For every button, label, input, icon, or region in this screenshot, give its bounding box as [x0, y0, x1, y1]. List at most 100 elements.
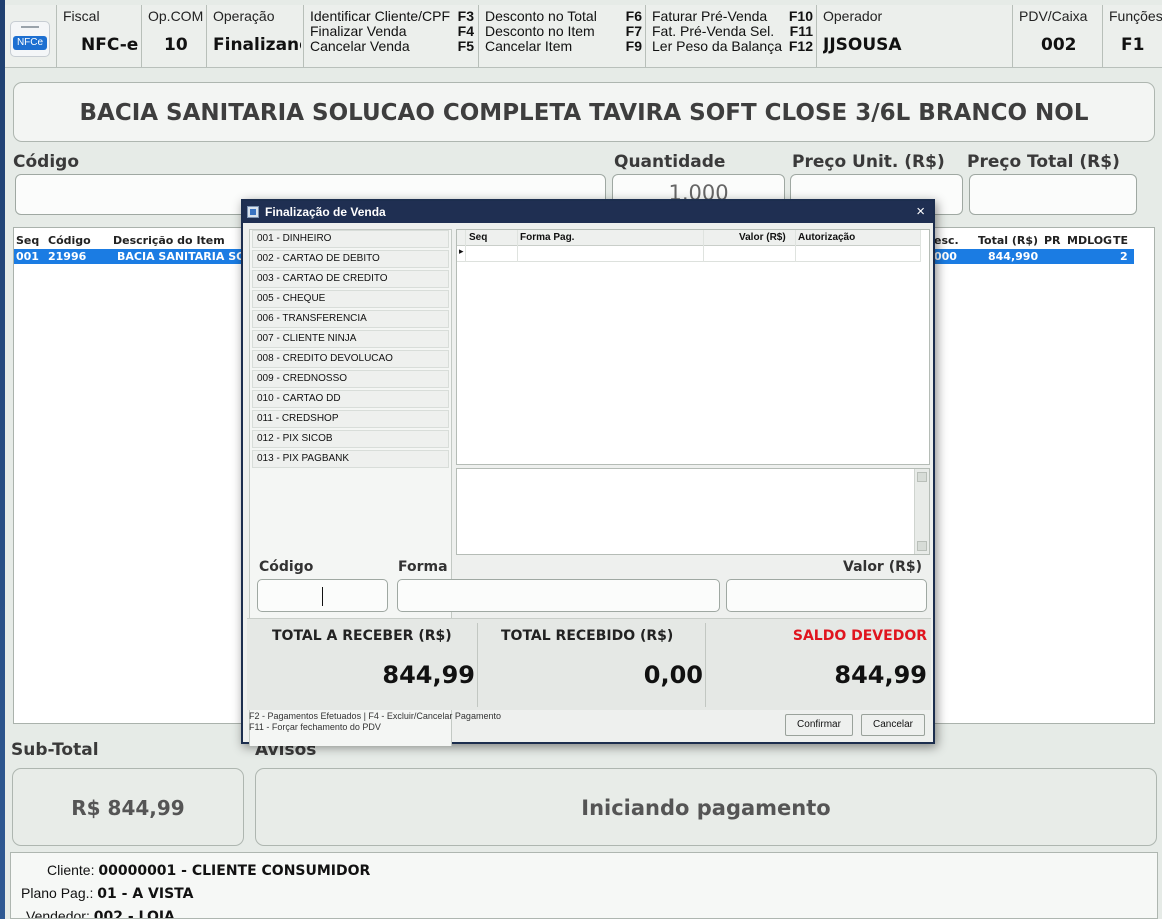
- total-recebido-cell: TOTAL RECEBIDO (R$) 0,00: [478, 619, 705, 711]
- dialog-codigo-label: Código: [259, 559, 314, 575]
- payment-method-cartao-credito[interactable]: 003 - CARTAO DE CREDITO: [252, 270, 449, 288]
- shortcut-ler-peso-balanca[interactable]: Ler Peso da Balança F12: [652, 39, 813, 54]
- dialog-valor-input[interactable]: [726, 579, 927, 612]
- text-caret: [322, 587, 323, 606]
- payment-method-cliente-ninja[interactable]: 007 - CLIENTE NINJA: [252, 330, 449, 348]
- total-receber-value: 844,99: [382, 661, 475, 689]
- product-description-banner: BACIA SANITARIA SOLUCAO COMPLETA TAVIRA …: [13, 82, 1155, 142]
- scroll-down-icon[interactable]: [917, 541, 927, 551]
- payment-method-crednosso[interactable]: 009 - CREDNOSSO: [252, 370, 449, 388]
- col-te: TE: [1113, 234, 1129, 247]
- total-receber-label: TOTAL A RECEBER (R$): [272, 628, 452, 644]
- footer-hint-line-1: F2 - Pagamentos Efetuados | F4 - Excluir…: [249, 711, 501, 721]
- operacao-label: Operação: [213, 8, 275, 24]
- finalizacao-venda-dialog: Finalização de Venda × 001 - DINHEIRO 00…: [241, 199, 935, 746]
- operacao-cell: Operação Finalizando: [207, 5, 304, 67]
- payment-method-cartao-dd[interactable]: 010 - CARTAO DD: [252, 390, 449, 408]
- payment-method-cheque[interactable]: 005 - CHEQUE: [252, 290, 449, 308]
- dialog-forma-input[interactable]: [397, 579, 720, 612]
- shortcuts-col-3: Faturar Pré-Venda F10 Fat. Pré-Venda Sel.…: [646, 5, 817, 67]
- preco-unit-label: Preço Unit. (R$): [792, 152, 945, 172]
- col-total: Total (R$): [978, 234, 1039, 247]
- quantidade-label: Quantidade: [614, 152, 726, 172]
- subtotal-value: R$ 844,99: [12, 768, 244, 846]
- col-descricao: Descrição do Item: [113, 234, 225, 247]
- pdv-value: 002: [1041, 35, 1077, 55]
- dialog-title-bar[interactable]: Finalização de Venda ×: [243, 201, 933, 223]
- plano-value: 01 - A VISTA: [97, 886, 194, 902]
- operador-cell: Operador JJSOUSA: [817, 5, 1013, 67]
- row-seq: 001: [16, 250, 39, 263]
- codigo-label: Código: [13, 152, 79, 172]
- row-indicator-icon: ▸: [459, 247, 464, 257]
- vendedor-value: 002 - LOJA: [93, 909, 175, 919]
- total-receber-cell: TOTAL A RECEBER (R$) 844,99: [247, 619, 477, 711]
- confirm-button[interactable]: Confirmar: [785, 714, 853, 736]
- cliente-label: Cliente:: [47, 862, 95, 878]
- fiscal-label: Fiscal: [63, 8, 100, 24]
- shortcut-cancelar-venda[interactable]: Cancelar Venda F5: [310, 39, 474, 54]
- op-com-cell: Op.COM 10: [142, 5, 207, 67]
- payment-method-dinheiro[interactable]: 001 - DINHEIRO: [252, 230, 449, 248]
- payment-method-credito-devolucao[interactable]: 008 - CREDITO DEVOLUCAO: [252, 350, 449, 368]
- top-toolbar: NFCe Fiscal NFC-e Op.COM 10 Operação Fin…: [5, 5, 1162, 68]
- payment-notes-area[interactable]: [456, 468, 930, 555]
- row-total: 844,990: [988, 250, 1039, 263]
- funcoes-value: F1: [1121, 35, 1145, 55]
- shortcut-desconto-item[interactable]: Desconto no Item F7: [485, 24, 642, 39]
- saldo-devedor-label: SALDO DEVEDOR: [792, 628, 927, 644]
- pdv-label: PDV/Caixa: [1019, 8, 1088, 24]
- op-com-value: 10: [164, 35, 188, 55]
- payment-method-cartao-debito[interactable]: 002 - CARTAO DE DEBITO: [252, 250, 449, 268]
- plano-row: Plano Pag.: 01 - A VISTA: [21, 885, 193, 902]
- payments-grid-header: Seq Forma Pag. Valor (R$) Autorização: [457, 230, 921, 246]
- cliente-row: Cliente: 00000001 - CLIENTE CONSUMIDOR: [47, 862, 370, 879]
- preco-total-input[interactable]: [969, 174, 1137, 215]
- payment-method-credshop[interactable]: 011 - CREDSHOP: [252, 410, 449, 428]
- shortcut-desconto-total[interactable]: Desconto no Total F6: [485, 9, 642, 24]
- pg-col-autorizacao: Autorização: [798, 232, 856, 243]
- shortcuts-col-2: Desconto no Total F6 Desconto no Item F7 C…: [479, 5, 646, 67]
- total-recebido-label: TOTAL RECEBIDO (R$): [501, 628, 674, 644]
- nfce-cell: NFCe: [5, 5, 57, 67]
- payments-grid[interactable]: Seq Forma Pag. Valor (R$) Autorização ▸: [456, 229, 930, 465]
- shortcut-identificar-cliente[interactable]: Identificar Cliente/CPF F3: [310, 9, 474, 24]
- scroll-up-icon[interactable]: [917, 472, 927, 482]
- payment-method-transferencia[interactable]: 006 - TRANSFERENCIA: [252, 310, 449, 328]
- fiscal-value: NFC-e: [81, 35, 139, 55]
- shortcuts-col-1: Identificar Cliente/CPF F3 Finalizar Vend…: [304, 5, 479, 67]
- dialog-forma-label: Forma: [398, 559, 448, 575]
- client-info-panel: Cliente: 00000001 - CLIENTE CONSUMIDOR P…: [10, 852, 1158, 919]
- funcoes-cell[interactable]: Funções F1: [1103, 5, 1162, 67]
- col-pr: PR: [1044, 234, 1061, 247]
- nfce-document-icon: NFCe: [10, 21, 50, 57]
- row-desc: 000: [934, 250, 957, 263]
- dialog-footer-hints: F2 - Pagamentos Efetuados | F4 - Excluir…: [249, 711, 501, 733]
- payments-grid-empty-row[interactable]: ▸: [457, 246, 921, 262]
- shortcut-finalizar-venda[interactable]: Finalizar Venda F4: [310, 24, 474, 39]
- row-te: 2: [1120, 250, 1128, 263]
- plano-label: Plano Pag.:: [21, 885, 94, 901]
- close-icon[interactable]: ×: [916, 201, 925, 223]
- cancel-button[interactable]: Cancelar: [861, 714, 925, 736]
- shortcut-cancelar-item[interactable]: Cancelar Item F9: [485, 39, 642, 54]
- vendedor-row: Vendedor: 002 - LOJA: [26, 908, 175, 919]
- payment-method-pix-sicob[interactable]: 012 - PIX SICOB: [252, 430, 449, 448]
- totals-panel: TOTAL A RECEBER (R$) 844,99 TOTAL RECEBI…: [247, 618, 931, 710]
- avisos-message: Iniciando pagamento: [255, 768, 1157, 846]
- vertical-scrollbar[interactable]: [914, 469, 929, 554]
- operador-value: JJSOUSA: [823, 35, 902, 55]
- subtotal-label: Sub-Total: [11, 740, 99, 760]
- preco-total-label: Preço Total (R$): [967, 152, 1120, 172]
- payment-method-pix-pagbank[interactable]: 013 - PIX PAGBANK: [252, 450, 449, 468]
- op-com-label: Op.COM: [148, 8, 204, 24]
- row-codigo: 21996: [48, 250, 87, 263]
- shortcut-faturar-pre-venda[interactable]: Faturar Pré-Venda F10: [652, 9, 813, 24]
- dialog-codigo-input[interactable]: [257, 579, 388, 612]
- dialog-valor-label: Valor (R$): [843, 559, 923, 575]
- fiscal-cell: Fiscal NFC-e: [57, 5, 142, 67]
- footer-hint-line-2: F11 - Forçar fechamento do PDV: [249, 722, 381, 732]
- shortcut-fat-pre-venda-sel[interactable]: Fat. Pré-Venda Sel. F11: [652, 24, 813, 39]
- pdv-cell: PDV/Caixa 002: [1013, 5, 1103, 67]
- total-recebido-value: 0,00: [643, 661, 703, 689]
